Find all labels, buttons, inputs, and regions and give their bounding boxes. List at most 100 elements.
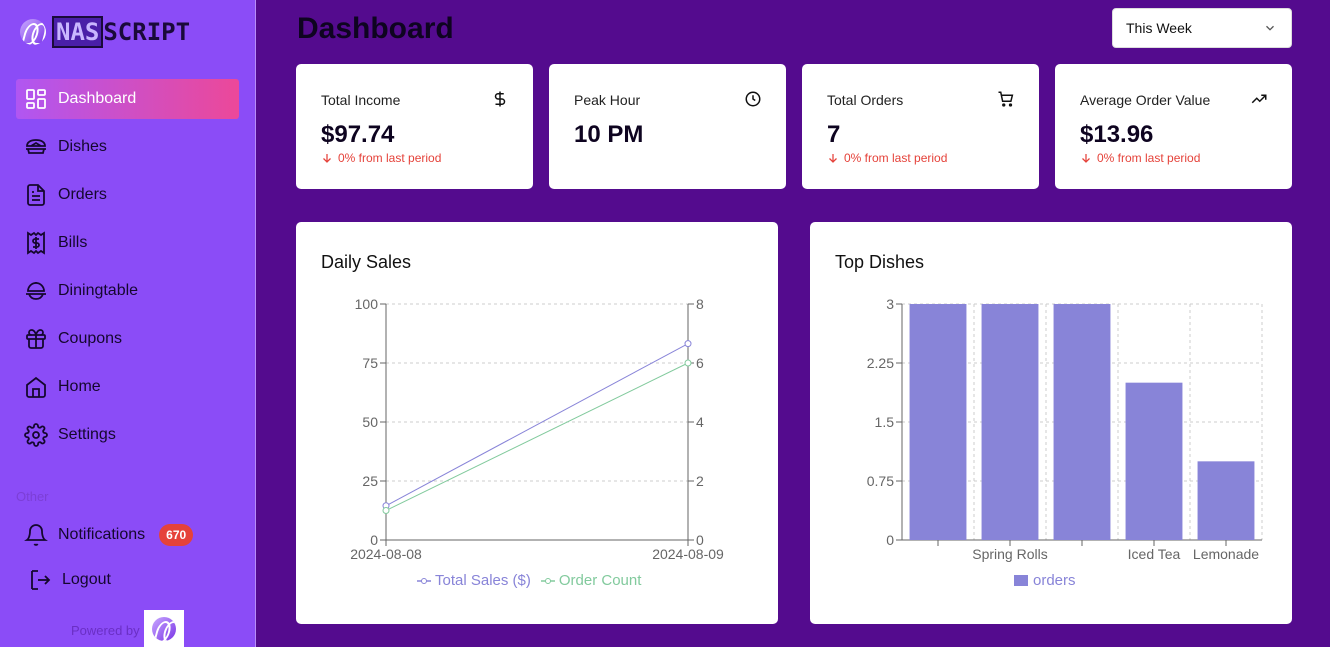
y-tick-label-right: 2 — [696, 473, 704, 489]
arrow-down-icon — [323, 154, 331, 163]
period-select[interactable]: This Week — [1112, 8, 1292, 48]
stat-value: $97.74 — [321, 121, 395, 148]
document-icon — [27, 184, 45, 206]
bar — [1053, 304, 1111, 540]
stat-label: Average Order Value — [1080, 92, 1211, 108]
sidebar-item-orders[interactable]: Orders — [16, 175, 239, 215]
stat-card-total-orders: Total Orders 7 0% from last period — [802, 64, 1039, 189]
bar — [1125, 382, 1183, 540]
sidebar-item-home[interactable]: Home — [16, 367, 239, 407]
legend-label: Order Count — [558, 572, 642, 589]
chevron-down-icon — [1266, 25, 1274, 31]
sidebar-nav: Dashboard Dishes Orders Bills Diningtabl… — [16, 79, 239, 463]
brand-logo[interactable]: NAS SCRIPT — [20, 16, 191, 48]
legend-line-marker-icon — [417, 577, 431, 584]
data-point — [684, 359, 692, 367]
bar — [1197, 461, 1255, 540]
sidebar-item-label: Diningtable — [58, 282, 139, 299]
top-dishes-legend: orders — [1014, 572, 1076, 589]
y-tick-label: 1.5 — [875, 414, 895, 430]
page-title: Dashboard — [297, 12, 454, 45]
brand-name: NAS SCRIPT — [52, 16, 191, 48]
stat-card-total-income: Total Income $97.74 0% from last period — [296, 64, 533, 189]
sidebar-item-bills[interactable]: Bills — [16, 223, 239, 263]
legend-label: orders — [1033, 572, 1076, 589]
series-line — [385, 362, 689, 511]
logout-label: Logout — [62, 571, 111, 588]
x-tick-label: Iced Tea — [1128, 546, 1181, 562]
sidebar-item-label: Coupons — [58, 330, 123, 347]
stat-value: 10 PM — [574, 121, 644, 148]
stat-label: Total Orders — [827, 92, 904, 108]
legend-item-orders[interactable]: orders — [1014, 572, 1076, 589]
notification-count-badge: 670 — [159, 524, 194, 546]
y-tick-label-right: 4 — [696, 414, 704, 430]
legend-item-order-count[interactable]: Order Count — [540, 572, 642, 589]
daily-sales-panel: Daily Sales 0 25 50 75 100 0 2 4 6 8 2024-08-08 202… — [296, 222, 778, 624]
brand-nas: NAS — [52, 16, 104, 48]
x-tick-label: Spring Rolls — [972, 546, 1047, 562]
dish-icon — [26, 139, 46, 154]
stat-delta-text: 0% from last period — [1097, 151, 1201, 165]
arrow-down-icon — [1082, 154, 1090, 163]
powered-by-label: Powered by — [71, 623, 140, 638]
stat-delta-text: 0% from last period — [844, 151, 948, 165]
data-point — [684, 340, 692, 348]
bell-icon — [24, 524, 48, 546]
y-tick-label-left: 75 — [362, 355, 378, 371]
sidebar-item-coupons[interactable]: Coupons — [16, 319, 239, 359]
gear-icon — [24, 423, 48, 447]
daily-sales-chart: 0255075100024682024-08-08 2024-08-09 — [350, 296, 724, 562]
stat-delta: 0% from last period — [827, 151, 947, 165]
legend-square-icon — [1014, 575, 1028, 586]
x-tick-label: Lemonade — [1193, 546, 1259, 562]
sidebar-item-diningtable[interactable]: Diningtable — [16, 271, 239, 311]
home-icon — [26, 376, 46, 398]
brand-script: SCRIPT — [103, 18, 191, 46]
y-tick-label-right: 8 — [696, 296, 704, 312]
y-tick-label: 3 — [886, 296, 894, 312]
y-tick-label-right: 6 — [696, 355, 704, 371]
logo-icon — [152, 616, 176, 641]
y-tick-label-left: 50 — [362, 414, 378, 430]
cart-icon — [998, 91, 1014, 107]
receipt-dollar-icon — [27, 231, 45, 255]
powered-by-logo[interactable] — [144, 610, 184, 647]
sidebar-item-settings[interactable]: Settings — [16, 415, 239, 455]
sidebar: NAS SCRIPT Dashboard Dishes Orders Bills … — [0, 0, 256, 647]
top-dishes-chart: 0 0.75 1.5 2.25 3 Spring Rolls Iced Tea Lemonad… — [867, 296, 1263, 562]
legend-item-total-sales[interactable]: Total Sales ($) — [417, 572, 531, 589]
stat-card-peak-hour: Peak Hour 10 PM — [549, 64, 786, 189]
dollar-icon — [494, 91, 506, 107]
stat-value: $13.96 — [1080, 121, 1154, 148]
logo-icon — [20, 19, 46, 45]
sidebar-item-dishes[interactable]: Dishes — [16, 127, 239, 167]
sidebar-item-label: Dishes — [58, 138, 107, 155]
sidebar-item-label: Notifications — [58, 526, 146, 543]
stat-value: 7 — [827, 121, 841, 148]
sidebar-item-label: Settings — [58, 426, 116, 443]
legend-line-marker-icon — [540, 577, 555, 584]
y-tick-label-left: 100 — [355, 296, 379, 312]
clock-icon — [745, 91, 761, 107]
x-tick-label: 2024-08-09 — [652, 546, 724, 562]
stat-label: Total Income — [321, 92, 401, 108]
section-label-other: Other — [16, 489, 49, 504]
sidebar-item-notifications[interactable]: Notifications 670 — [16, 515, 239, 555]
legend-label: Total Sales ($) — [435, 572, 531, 589]
dining-table-icon — [26, 282, 46, 300]
sidebar-item-label: Orders — [58, 186, 107, 203]
trending-up-icon — [1251, 94, 1267, 104]
bar — [981, 304, 1039, 540]
y-tick-label: 2.25 — [867, 355, 894, 371]
y-tick-label: 0 — [886, 532, 894, 548]
stat-delta: 0% from last period — [321, 151, 441, 165]
daily-sales-legend: Total Sales ($) Order Count — [417, 572, 641, 589]
arrow-down-icon — [829, 154, 837, 163]
sidebar-item-dashboard[interactable]: Dashboard — [16, 79, 239, 119]
stat-delta-text: 0% from last period — [338, 151, 442, 165]
stat-label: Peak Hour — [574, 92, 641, 108]
logout-button[interactable]: Logout — [16, 560, 239, 600]
data-point — [382, 507, 390, 514]
logout-icon — [31, 570, 51, 590]
